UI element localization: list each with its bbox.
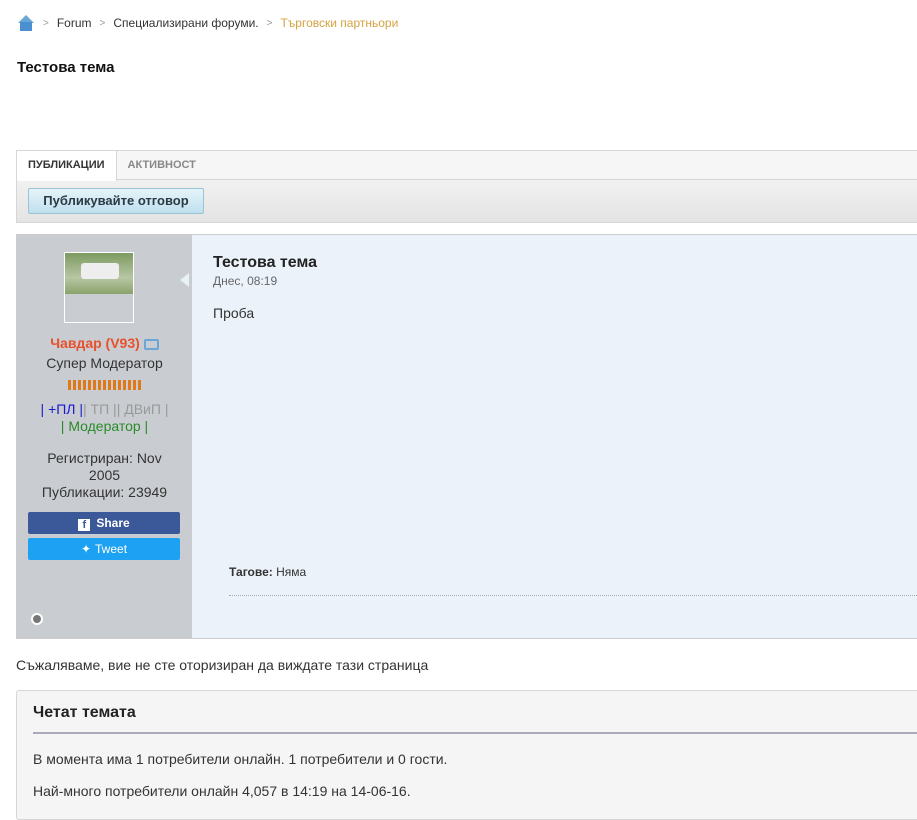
facebook-share-button[interactable]: f Share [28, 512, 180, 534]
online-status-icon [31, 613, 43, 625]
readers-title: Четат темата [33, 704, 136, 721]
post-date[interactable]: Днес, 08:19 [213, 274, 277, 288]
post-author-sidebar: Чавдар (V93) Супер Модератор | +ПЛ || ТП… [17, 235, 192, 638]
join-date: Регистриран: Nov 2005 [47, 450, 162, 483]
breadcrumb-specialized[interactable]: Специализирани форуми. [113, 16, 258, 30]
chevron-right-icon: > [99, 17, 106, 29]
page-title: Тестова тема [17, 59, 115, 76]
pointer-arrow [180, 273, 189, 287]
post-count: Публикации: 23949 [41, 484, 168, 500]
chat-bubble-icon[interactable] [143, 338, 159, 350]
avatar[interactable] [64, 252, 134, 323]
rank-bars [68, 380, 141, 390]
post-body: Тестова тема Днес, 08:19 Проба Тагове: Н… [192, 235, 917, 638]
breadcrumb-forum[interactable]: Forum [57, 16, 92, 30]
home-icon[interactable] [17, 14, 35, 32]
post: Чавдар (V93) Супер Модератор | +ПЛ || ТП… [16, 234, 917, 639]
breadcrumb: > Forum > Специализирани форуми. > Търго… [17, 14, 398, 32]
post-content: Проба [213, 305, 255, 321]
online-now: В момента има 1 потребители онлайн. 1 по… [33, 751, 448, 767]
chevron-right-icon: > [43, 17, 49, 29]
breadcrumb-current[interactable]: Търговски партньори [280, 16, 398, 30]
facebook-icon: f [78, 519, 91, 531]
tweet-button[interactable]: ✦ Tweet [28, 538, 180, 560]
tab-posts[interactable]: ПУБЛИКАЦИИ [17, 151, 117, 181]
tab-activity[interactable]: АКТИВНОСТ [117, 151, 207, 179]
online-record: Най-много потребители онлайн 4,057 в 14:… [33, 783, 411, 799]
chevron-right-icon: > [266, 17, 273, 29]
thread-readers-panel: Четат темата В момента има 1 потребители… [16, 690, 917, 820]
post-tags: Тагове: Няма [229, 565, 307, 579]
post-title: Тестова тема [213, 254, 317, 271]
post-reply-button[interactable]: Публикувайте отговор [28, 188, 204, 214]
access-denied-message: Съжаляваме, вие не сте оторизиран да виж… [16, 657, 429, 673]
user-role: Супер Модератор [46, 355, 163, 371]
divider [33, 732, 917, 734]
tabs-panel: ПУБЛИКАЦИИ АКТИВНОСТ Публикувайте отгово… [16, 150, 917, 223]
twitter-icon: ✦ [80, 542, 92, 556]
username[interactable]: Чавдар (V93) [50, 335, 140, 351]
divider [229, 595, 917, 596]
user-groups: | +ПЛ || ТП || ДВиП | | Модератор | [40, 401, 169, 434]
